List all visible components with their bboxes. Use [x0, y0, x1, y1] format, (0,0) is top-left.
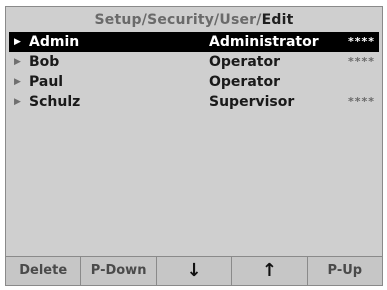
- user-role: Operator: [209, 54, 280, 70]
- page-up-softkey[interactable]: P-Up: [307, 257, 382, 285]
- row-triangle-icon: ▶: [14, 97, 21, 107]
- user-role: Supervisor: [209, 94, 295, 110]
- delete-softkey[interactable]: Delete: [6, 257, 82, 285]
- user-name: Schulz: [29, 94, 81, 110]
- user-name: Bob: [29, 54, 60, 70]
- user-row-admin[interactable]: ▶ Admin Administrator ****: [9, 32, 379, 52]
- breadcrumb: Setup/Security/User/Edit: [6, 9, 382, 31]
- page-down-softkey[interactable]: P-Down: [81, 257, 157, 285]
- breadcrumb-item-setup[interactable]: Setup: [94, 12, 141, 28]
- screen: Setup/Security/User/Edit ▶ Admin Adminis…: [5, 6, 383, 286]
- user-row-paul[interactable]: ▶ Paul Operator: [9, 72, 379, 92]
- user-role: Operator: [209, 74, 280, 90]
- user-role: Administrator: [209, 34, 319, 50]
- breadcrumb-current-edit: Edit: [261, 12, 294, 28]
- user-name: Admin: [29, 34, 80, 50]
- password-mask: ****: [347, 55, 375, 68]
- row-triangle-icon: ▶: [14, 37, 21, 47]
- user-row-schulz[interactable]: ▶ Schulz Supervisor ****: [9, 92, 379, 112]
- row-triangle-icon: ▶: [14, 57, 21, 67]
- user-row-bob[interactable]: ▶ Bob Operator ****: [9, 52, 379, 72]
- user-name: Paul: [29, 74, 64, 90]
- down-arrow-icon[interactable]: ↓: [156, 257, 233, 285]
- softkey-bar: Delete P-Down ↓ ↑ P-Up: [6, 256, 382, 285]
- row-triangle-icon: ▶: [14, 77, 21, 87]
- breadcrumb-item-security[interactable]: Security: [147, 12, 214, 28]
- breadcrumb-item-user[interactable]: User: [219, 12, 256, 28]
- password-mask: ****: [347, 95, 375, 108]
- up-arrow-icon[interactable]: ↑: [232, 257, 308, 285]
- user-list: ▶ Admin Administrator **** ▶ Bob Operato…: [9, 32, 379, 112]
- password-mask: ****: [347, 35, 375, 48]
